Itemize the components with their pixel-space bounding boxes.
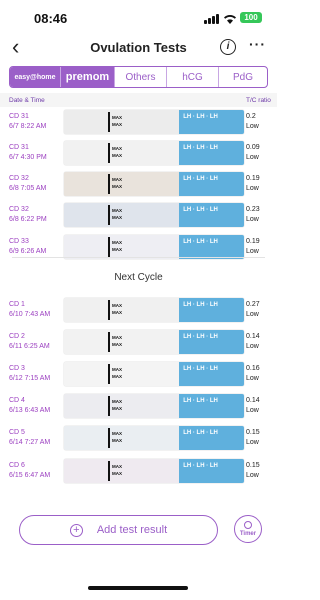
cycle-day: CD 33 (9, 238, 29, 245)
plus-circle-icon: + (69, 523, 83, 537)
lh-level: Low (246, 248, 259, 255)
tc-ratio-value: 0.15 (246, 462, 260, 469)
tab-others[interactable]: Others (114, 67, 166, 87)
test-result-row[interactable]: CD 3 6/12 7:15 AM MAX MAX LH · LH · LH 0.16 Lo… (0, 362, 277, 397)
tc-ratio-value: 0.15 (246, 429, 260, 436)
column-header: Date & Time T/C ratio (0, 93, 277, 107)
test-result-row[interactable]: CD 32 6/8 6:22 PM MAX MAX LH · LH · LH 0.23 Lo… (0, 203, 277, 238)
divider (12, 257, 265, 258)
clock-icon (244, 521, 252, 529)
battery-icon: 100 (240, 12, 262, 23)
test-strip-image: MAX MAX LH · LH · LH (64, 110, 244, 134)
tc-ratio-value: 0.19 (246, 175, 260, 182)
timer-label: Timer (239, 531, 257, 537)
status-bar: 08:46 100 (0, 0, 277, 34)
test-result-row[interactable]: CD 5 6/14 7:27 AM MAX MAX LH · LH · LH 0.15 Lo… (0, 426, 277, 461)
lh-level: Low (246, 311, 259, 318)
test-datetime: 6/9 6:26 AM (9, 248, 47, 255)
date-time-header: Date & Time (9, 97, 45, 104)
navigation-bar: ‹ Ovulation Tests i ··· (0, 36, 277, 62)
cycle-day: CD 1 (9, 301, 25, 308)
test-datetime: 6/13 6:43 AM (9, 407, 51, 414)
cycle-day: CD 3 (9, 365, 25, 372)
test-result-row[interactable]: CD 2 6/11 6:25 AM MAX MAX LH · LH · LH 0.14 Lo… (0, 330, 277, 365)
tc-ratio-value: 0.23 (246, 206, 260, 213)
test-datetime: 6/7 8:22 AM (9, 123, 47, 130)
status-time: 08:46 (34, 11, 68, 26)
add-test-result-button[interactable]: + Add test result (19, 515, 218, 545)
cycle-day: CD 32 (9, 206, 29, 213)
test-strip-image: MAX MAX LH · LH · LH (64, 235, 244, 259)
test-datetime: 6/7 4:30 PM (9, 154, 47, 161)
test-datetime: 6/15 6:47 AM (9, 472, 51, 479)
tc-ratio-value: 0.14 (246, 333, 260, 340)
test-result-row[interactable]: CD 33 6/9 6:26 AM MAX MAX LH · LH · LH 0.19 Lo… (0, 235, 277, 270)
info-icon[interactable]: i (220, 39, 236, 55)
cycle-day: CD 2 (9, 333, 25, 340)
timer-button[interactable]: Timer (234, 515, 262, 543)
home-indicator (88, 586, 188, 590)
wifi-icon (223, 12, 237, 24)
test-datetime: 6/12 7:15 AM (9, 375, 51, 382)
test-datetime: 6/14 7:27 AM (9, 439, 51, 446)
test-datetime: 6/10 7:43 AM (9, 311, 51, 318)
tab-easy-at-home[interactable]: easy@home (10, 67, 60, 87)
lh-level: Low (246, 216, 259, 223)
test-strip-image: MAX MAX LH · LH · LH (64, 172, 244, 196)
cycle-day: CD 5 (9, 429, 25, 436)
tc-ratio-value: 0.19 (246, 238, 260, 245)
test-strip-image: MAX MAX LH · LH · LH (64, 298, 244, 322)
lh-level: Low (246, 343, 259, 350)
tab-premom[interactable]: premom (60, 67, 114, 87)
test-strip-image: MAX MAX LH · LH · LH (64, 330, 244, 354)
cycle-day: CD 31 (9, 113, 29, 120)
tc-ratio-value: 0.16 (246, 365, 260, 372)
lh-level: Low (246, 439, 259, 446)
cycle-day: CD 6 (9, 462, 25, 469)
next-cycle-label: Next Cycle (0, 272, 277, 283)
test-strip-image: MAX MAX LH · LH · LH (64, 426, 244, 450)
test-result-row[interactable]: CD 1 6/10 7:43 AM MAX MAX LH · LH · LH 0.27 Lo… (0, 298, 277, 333)
cellular-signal-icon (204, 14, 220, 24)
test-strip-image: MAX MAX LH · LH · LH (64, 141, 244, 165)
lh-level: Low (246, 472, 259, 479)
tab-hcg[interactable]: hCG (166, 67, 218, 87)
lh-level: Low (246, 185, 259, 192)
cycle-day: CD 32 (9, 175, 29, 182)
add-test-result-label: Add test result (96, 524, 168, 536)
more-icon[interactable]: ··· (249, 36, 266, 52)
tc-ratio-value: 0.2 (246, 113, 256, 120)
tab-pdg[interactable]: PdG (218, 67, 267, 87)
tc-ratio-value: 0.14 (246, 397, 260, 404)
test-strip-image: MAX MAX LH · LH · LH (64, 459, 244, 483)
test-datetime: 6/8 6:22 PM (9, 216, 47, 223)
lh-level: Low (246, 375, 259, 382)
tc-ratio-value: 0.27 (246, 301, 260, 308)
test-datetime: 6/11 6:25 AM (9, 343, 50, 350)
ratio-header: T/C ratio (246, 97, 271, 104)
test-datetime: 6/8 7:05 AM (9, 185, 47, 192)
cycle-day: CD 31 (9, 144, 29, 151)
cycle-day: CD 4 (9, 397, 25, 404)
test-strip-image: MAX MAX LH · LH · LH (64, 362, 244, 386)
lh-level: Low (246, 154, 259, 161)
test-strip-image: MAX MAX LH · LH · LH (64, 394, 244, 418)
lh-level: Low (246, 123, 259, 130)
lh-level: Low (246, 407, 259, 414)
test-result-row[interactable]: CD 4 6/13 6:43 AM MAX MAX LH · LH · LH 0.14 Lo… (0, 394, 277, 429)
test-result-row[interactable]: CD 6 6/15 6:47 AM MAX MAX LH · LH · LH 0.15 Lo… (0, 459, 277, 494)
tc-ratio-value: 0.09 (246, 144, 260, 151)
test-strip-image: MAX MAX LH · LH · LH (64, 203, 244, 227)
brand-tabs: easy@home premom Others hCG PdG (9, 66, 268, 88)
